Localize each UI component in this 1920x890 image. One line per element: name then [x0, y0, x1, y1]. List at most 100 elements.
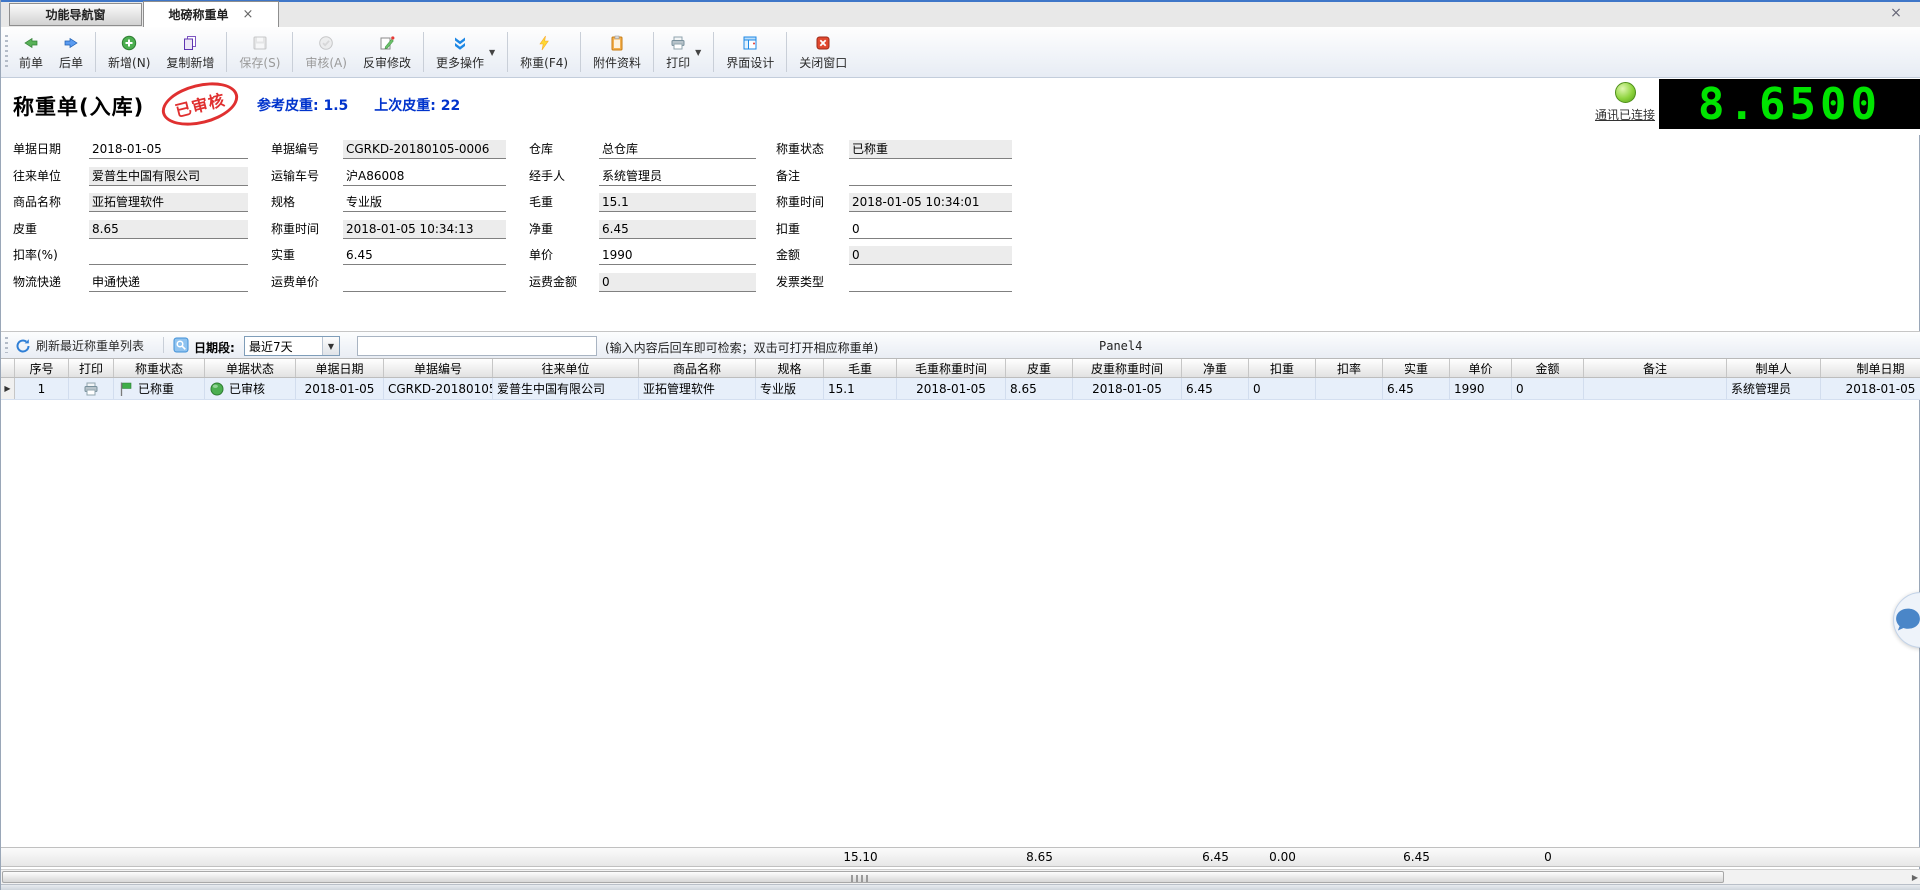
column-header-doc_status[interactable]: 单据状态	[205, 359, 296, 377]
ui-design-button[interactable]: 界面设计	[718, 27, 782, 77]
remark-field[interactable]	[849, 167, 1012, 186]
clipboard-icon	[609, 35, 625, 51]
freight-price-field[interactable]	[343, 273, 506, 292]
print-button[interactable]: 打印▼	[658, 27, 709, 77]
doc-date-field[interactable]: 2018-01-05	[89, 140, 248, 159]
arrow-left-icon	[23, 35, 39, 51]
invoice-type-field[interactable]	[849, 273, 1012, 292]
deduct-weight-field[interactable]: 0	[849, 220, 1012, 239]
cell-amount: 0	[1512, 378, 1584, 399]
chevron-down-icon[interactable]: ▼	[695, 48, 701, 57]
more-actions-button-label: 更多操作	[436, 54, 484, 71]
tab-weighbridge[interactable]: 地磅称重单 ×	[143, 1, 279, 27]
column-header-doc_date[interactable]: 单据日期	[296, 359, 384, 377]
toolbar-divider	[226, 32, 227, 72]
spec-field[interactable]: 专业版	[343, 193, 506, 212]
save-button-label: 保存(S)	[239, 54, 280, 71]
tare-reference-info: 参考皮重: 1.5上次皮重: 22	[257, 95, 486, 115]
column-header-tare[interactable]: 皮重	[1006, 359, 1073, 377]
cell-tare_time: 2018-01-05	[1073, 378, 1182, 399]
column-header-remark[interactable]: 备注	[1584, 359, 1727, 377]
column-header-partner[interactable]: 往来单位	[493, 359, 639, 377]
scrollbar-thumb[interactable]	[2, 871, 1724, 883]
column-header-price[interactable]: 单价	[1450, 359, 1512, 377]
warehouse-field[interactable]: 总仓库	[599, 140, 756, 159]
print-row-icon[interactable]	[83, 381, 99, 397]
cell-creator: 系统管理员	[1727, 378, 1821, 399]
column-header-seq[interactable]: 序号	[15, 359, 69, 377]
connection-lamp-icon	[1615, 82, 1636, 103]
unaudit-button[interactable]: 反审修改	[355, 27, 419, 77]
column-header-actual[interactable]: 实重	[1383, 359, 1450, 377]
toolbar-divider	[786, 32, 787, 72]
actual-weight-field[interactable]: 6.45	[343, 246, 506, 265]
edit-icon	[379, 35, 395, 51]
column-header-spec[interactable]: 规格	[756, 359, 824, 377]
summary-deduct_rate	[1316, 848, 1383, 866]
column-header-print[interactable]: 打印	[69, 359, 114, 377]
search-icon	[173, 337, 189, 353]
cell-remark	[1584, 378, 1727, 399]
save-button: 保存(S)	[231, 27, 288, 77]
cell-doc_no: CGRKD-20180105-00	[384, 378, 493, 399]
column-header-weigh_status[interactable]: 称重状态	[114, 359, 205, 377]
panel-label: Panel4	[1099, 339, 1142, 353]
copy-new-button[interactable]: 复制新增	[158, 27, 222, 77]
partner-label: 往来单位	[13, 167, 61, 186]
date-range-label: 日期段:	[194, 339, 235, 356]
summary-deduct: 0.00	[1249, 848, 1316, 866]
audit-icon	[318, 35, 334, 51]
window-close-icon[interactable]: ×	[1885, 4, 1907, 22]
deduct-rate-field[interactable]	[89, 246, 248, 265]
new-button[interactable]: 新增(N)	[100, 27, 158, 77]
row-selector-arrow-icon: ▶	[1, 378, 15, 399]
chevron-down-icon[interactable]: ▼	[322, 337, 339, 355]
table-row[interactable]: ▶1已称重已审核2018-01-05CGRKD-20180105-00爱普生中国…	[1, 378, 1920, 400]
column-header-creator[interactable]: 制单人	[1727, 359, 1821, 377]
doc-status-text: 已审核	[229, 380, 265, 397]
cell-price: 1990	[1450, 378, 1512, 399]
scrollbar-right-arrow-icon[interactable]: ▶	[1912, 873, 1918, 882]
tab-close-icon[interactable]: ×	[243, 7, 254, 22]
search-hint-text: (输入内容后回车即可检索；双击可打开相应称重单)	[605, 339, 878, 356]
column-header-gross_time[interactable]: 毛重称重时间	[897, 359, 1006, 377]
column-header-amount[interactable]: 金额	[1512, 359, 1584, 377]
column-header-deduct_rate[interactable]: 扣率	[1316, 359, 1383, 377]
connection-status[interactable]: 通讯已连接	[1589, 82, 1661, 123]
main-toolbar: 前单后单新增(N)复制新增保存(S) 审核(A) 反审修改更多操作 ▼ 称重(F4) 附件…	[1, 27, 1920, 78]
search-input[interactable]	[357, 336, 597, 356]
audit-button-label: 审核(A)	[305, 54, 347, 71]
tab-function-nav[interactable]: 功能导航窗	[9, 3, 142, 26]
doc-no-label: 单据编号	[271, 140, 319, 159]
weigh-button-label: 称重(F4)	[520, 54, 568, 71]
column-header-gross[interactable]: 毛重	[824, 359, 897, 377]
next-doc-button[interactable]: 后单	[51, 27, 91, 77]
weigh-button[interactable]: 称重(F4)	[512, 27, 576, 77]
handler-field[interactable]: 系统管理员	[599, 167, 756, 186]
tab-bar: 功能导航窗 地磅称重单 × ×	[1, 0, 1920, 27]
column-header-net[interactable]: 净重	[1182, 359, 1249, 377]
attachment-button[interactable]: 附件资料	[585, 27, 649, 77]
column-header-tare_time[interactable]: 皮重称重时间	[1073, 359, 1182, 377]
column-header-create_date[interactable]: 制单日期	[1821, 359, 1920, 377]
column-header-product[interactable]: 商品名称	[639, 359, 756, 377]
summary-product	[639, 848, 756, 866]
product-name-field: 亚拓管理软件	[89, 193, 248, 212]
unit-price-field[interactable]: 1990	[599, 246, 756, 265]
close-window-button[interactable]: 关闭窗口	[791, 27, 855, 77]
more-actions-button[interactable]: 更多操作 ▼	[428, 27, 503, 77]
summary-doc_date	[296, 848, 384, 866]
floating-contact-button[interactable]	[1893, 592, 1920, 648]
summary-selector-spacer	[1, 848, 15, 866]
logistics-field[interactable]: 申通快递	[89, 273, 248, 292]
refresh-list-button[interactable]: 刷新最近称重单列表	[15, 335, 144, 356]
column-header-deduct[interactable]: 扣重	[1249, 359, 1316, 377]
column-header-doc_no[interactable]: 单据编号	[384, 359, 493, 377]
date-range-select[interactable]: 最近7天 ▼	[244, 336, 340, 356]
horizontal-scrollbar[interactable]: ▶	[1, 869, 1920, 884]
gross-weigh-time-label: 称重时间	[776, 193, 824, 212]
chevron-down-icon[interactable]: ▼	[489, 48, 495, 57]
prev-doc-button[interactable]: 前单	[11, 27, 51, 77]
summary-gross_time	[897, 848, 1006, 866]
vehicle-no-field[interactable]: 沪A86008	[343, 167, 506, 186]
